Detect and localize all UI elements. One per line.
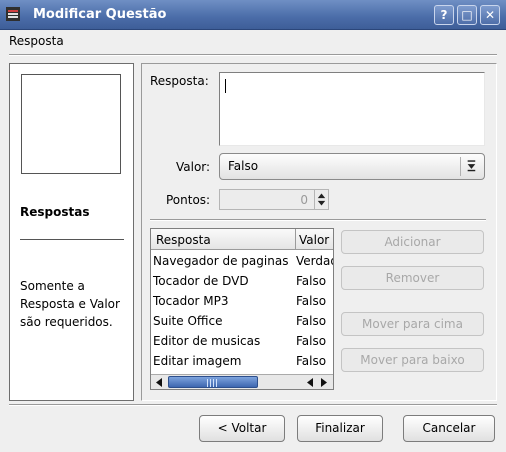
cell-valor: Falso bbox=[296, 274, 327, 288]
valor-select[interactable]: Falso bbox=[219, 153, 485, 180]
scroll-left-icon[interactable] bbox=[153, 377, 165, 388]
app-menu-icon[interactable] bbox=[6, 7, 20, 21]
header-divider bbox=[9, 54, 497, 56]
scroll-left-icon[interactable] bbox=[304, 377, 316, 388]
close-button[interactable]: ✕ bbox=[480, 5, 500, 25]
cell-resposta: Tocador MP3 bbox=[153, 294, 229, 308]
back-button[interactable]: < Voltar bbox=[199, 415, 285, 442]
move-up-button[interactable]: Mover para cima bbox=[341, 312, 484, 336]
table-header: Resposta Valor bbox=[151, 229, 333, 250]
resposta-label-text: Resposta: bbox=[150, 74, 209, 88]
table-row[interactable]: Suite Office Falso bbox=[151, 311, 333, 331]
column-header-resposta[interactable]: Resposta bbox=[156, 233, 211, 247]
left-panel-help-text: Somente a Resposta e Valor são requerido… bbox=[20, 279, 120, 329]
resposta-textarea[interactable] bbox=[219, 72, 485, 146]
help-button[interactable]: ? bbox=[434, 5, 454, 25]
column-header-valor[interactable]: Valor bbox=[299, 233, 329, 247]
window-title: Modificar Questão bbox=[33, 7, 167, 22]
answers-table[interactable]: Resposta Valor Navegador de paginas Verd… bbox=[150, 228, 334, 390]
table-row[interactable]: Tocador de DVD Falso bbox=[151, 271, 333, 291]
maximize-button[interactable]: □ bbox=[457, 5, 477, 25]
text-caret bbox=[225, 79, 226, 93]
resposta-label: Resposta: bbox=[150, 74, 209, 88]
column-divider[interactable] bbox=[295, 229, 296, 250]
grip-icon bbox=[207, 379, 217, 387]
pontos-spinbox[interactable]: 0 bbox=[219, 189, 329, 210]
table-row[interactable]: Editor de musicas Falso bbox=[151, 331, 333, 351]
image-placeholder bbox=[21, 74, 121, 174]
finish-button[interactable]: Finalizar bbox=[297, 415, 383, 442]
footer-divider bbox=[9, 404, 497, 406]
left-info-panel: Respostas Somente a Resposta e Valor são… bbox=[9, 63, 134, 401]
spin-buttons[interactable] bbox=[314, 190, 328, 209]
spin-up-icon bbox=[317, 193, 326, 199]
valor-label: Valor: bbox=[176, 160, 211, 174]
spin-down-icon bbox=[317, 200, 326, 206]
pontos-label: Pontos: bbox=[166, 193, 211, 207]
cell-valor: Falso bbox=[296, 314, 327, 328]
scrollbar-thumb[interactable] bbox=[168, 376, 258, 388]
page-title: Resposta bbox=[9, 34, 64, 48]
horizontal-scrollbar[interactable] bbox=[151, 374, 333, 389]
cell-resposta: Editar imagem bbox=[153, 354, 242, 368]
table-row[interactable]: Navegador de paginas Verdadeiro bbox=[151, 251, 333, 271]
cell-resposta: Suite Office bbox=[153, 314, 223, 328]
add-button[interactable]: Adicionar bbox=[341, 230, 484, 254]
cancel-button[interactable]: Cancelar bbox=[403, 415, 495, 442]
cell-resposta: Navegador de paginas bbox=[153, 254, 289, 268]
valor-selected: Falso bbox=[228, 159, 259, 173]
form-divider bbox=[150, 219, 486, 221]
cell-valor: Falso bbox=[296, 354, 327, 368]
cell-valor: Verdadeiro bbox=[296, 254, 333, 268]
cell-resposta: Tocador de DVD bbox=[153, 274, 249, 288]
cell-resposta: Editor de musicas bbox=[153, 334, 261, 348]
move-down-button[interactable]: Mover para baixo bbox=[341, 348, 484, 372]
table-row[interactable]: Editar imagem Falso bbox=[151, 351, 333, 371]
scroll-right-icon[interactable] bbox=[318, 377, 330, 388]
remove-button[interactable]: Remover bbox=[341, 266, 484, 290]
title-bar: Modificar Questão ? □ ✕ bbox=[0, 0, 506, 30]
left-panel-title: Respostas bbox=[20, 205, 90, 219]
table-row[interactable]: Tocador MP3 Falso bbox=[151, 291, 333, 311]
left-panel-divider bbox=[20, 239, 124, 240]
cell-valor: Falso bbox=[296, 294, 327, 308]
cell-valor: Falso bbox=[296, 334, 327, 348]
combo-arrow-icon[interactable] bbox=[460, 157, 480, 176]
pontos-value: 0 bbox=[300, 193, 308, 207]
